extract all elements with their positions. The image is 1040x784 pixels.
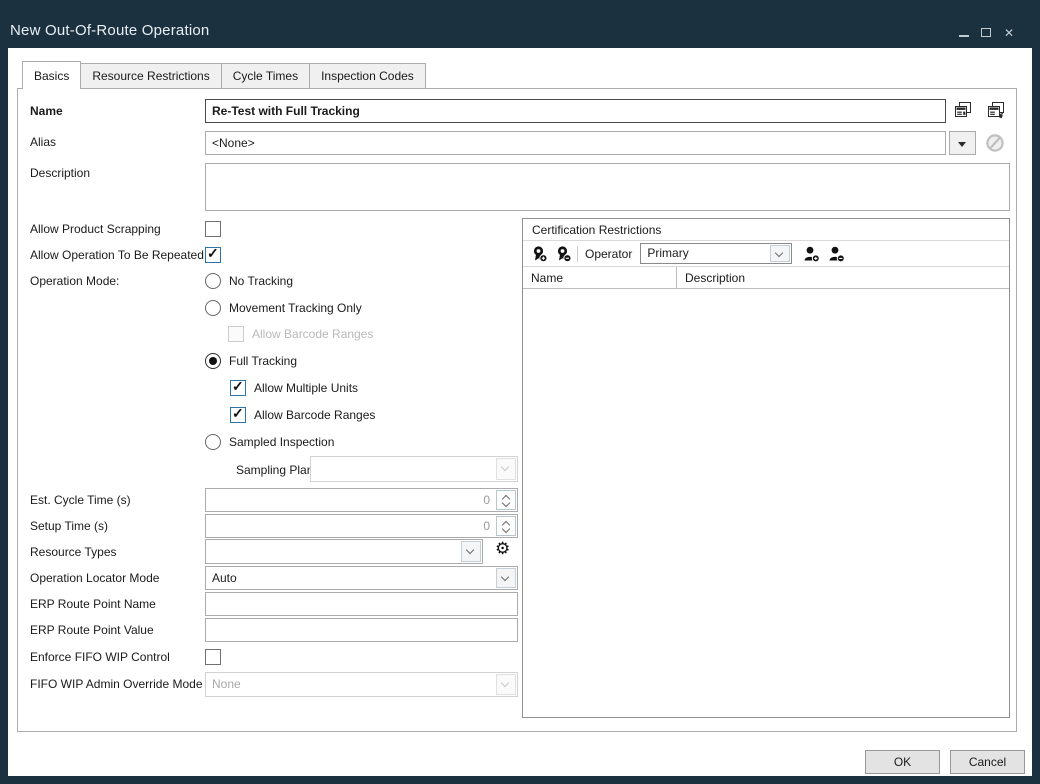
certification-table-body[interactable]	[523, 290, 1009, 717]
copy-name-edit-icon[interactable]	[986, 100, 1006, 120]
cancel-button[interactable]: Cancel	[950, 750, 1025, 774]
tab-basics[interactable]: Basics	[22, 61, 81, 89]
close-icon[interactable]: ✕	[1001, 25, 1017, 41]
operator-label: Operator	[585, 247, 632, 261]
sampling-plan-label: Sampling Plan:	[236, 462, 317, 478]
movement-tracking-label: Movement Tracking Only	[229, 300, 362, 316]
alias-no-edit-icon	[985, 133, 1005, 153]
est-cycle-time-spinner[interactable]	[496, 490, 516, 510]
movement-barcode-checkbox: ✓	[228, 326, 244, 342]
sampling-plan-dropdown-icon	[496, 458, 516, 480]
certification-table-header: Name Description	[523, 267, 1009, 289]
erp-route-point-name-label: ERP Route Point Name	[30, 596, 156, 612]
tab-inspection-codes[interactable]: Inspection Codes	[309, 63, 426, 89]
no-tracking-radio[interactable]	[205, 273, 221, 289]
window-title: New Out-Of-Route Operation	[10, 22, 209, 39]
resource-types-gear-icon[interactable]: ⚙	[495, 540, 510, 558]
tab-strip: Basics Resource Restrictions Cycle Times…	[22, 61, 425, 89]
add-operator-icon[interactable]	[802, 245, 821, 263]
titlebar: New Out-Of-Route Operation ✕	[0, 0, 1040, 48]
maximize-icon[interactable]	[978, 25, 994, 41]
setup-time-label: Setup Time (s)	[30, 518, 108, 534]
fifo-wip-admin-override-mode-label: FIFO WIP Admin Override Mode	[30, 676, 203, 692]
add-certification-icon[interactable]	[531, 245, 549, 263]
dialog-content: Basics Resource Restrictions Cycle Times…	[8, 48, 1032, 776]
remove-certification-icon[interactable]	[555, 245, 573, 263]
allow-multiple-units-checkbox[interactable]: ✓	[230, 380, 246, 396]
allow-operation-repeated-label: Allow Operation To Be Repeated	[30, 247, 204, 263]
est-cycle-time-label: Est. Cycle Time (s)	[30, 492, 131, 508]
sampled-inspection-label: Sampled Inspection	[229, 434, 334, 450]
erp-route-point-value-input[interactable]	[205, 618, 518, 642]
no-tracking-label: No Tracking	[229, 273, 293, 289]
operation-mode-label: Operation Mode:	[30, 273, 119, 289]
erp-route-point-value-label: ERP Route Point Value	[30, 622, 154, 638]
description-label: Description	[30, 165, 90, 181]
allow-product-scrapping-checkbox[interactable]: ✓	[205, 221, 221, 237]
column-header-description[interactable]: Description	[676, 267, 1009, 288]
fifo-wip-admin-override-mode-combobox: None	[205, 672, 518, 697]
name-label: Name	[30, 103, 63, 119]
ok-button[interactable]: OK	[865, 750, 940, 774]
tab-resource-restrictions[interactable]: Resource Restrictions	[80, 63, 221, 89]
full-tracking-label: Full Tracking	[229, 353, 297, 369]
operator-dropdown-icon[interactable]	[770, 245, 790, 262]
name-input[interactable]: Re-Test with Full Tracking	[205, 99, 946, 123]
alias-combobox[interactable]: <None>	[205, 131, 946, 155]
operator-combobox[interactable]: Primary	[640, 243, 792, 264]
column-header-name[interactable]: Name	[523, 267, 676, 288]
allow-barcode-ranges-checkbox[interactable]: ✓	[230, 407, 246, 423]
movement-tracking-radio[interactable]	[205, 300, 221, 316]
sampled-inspection-radio[interactable]	[205, 434, 221, 450]
description-textarea[interactable]	[205, 163, 1010, 211]
operation-locator-mode-combobox[interactable]: Auto	[205, 566, 518, 590]
est-cycle-time-input[interactable]: 0	[205, 488, 518, 512]
erp-route-point-name-input[interactable]	[205, 592, 518, 616]
sampling-plan-combobox	[310, 456, 518, 482]
allow-operation-repeated-checkbox[interactable]: ✓	[205, 247, 221, 263]
allow-product-scrapping-label: Allow Product Scrapping	[30, 221, 161, 237]
operation-locator-mode-label: Operation Locator Mode	[30, 570, 159, 586]
setup-time-spinner[interactable]	[496, 516, 516, 536]
allow-multiple-units-label: Allow Multiple Units	[254, 380, 358, 396]
setup-time-input[interactable]: 0	[205, 514, 518, 538]
toolbar-separator	[577, 246, 578, 262]
copy-name-icon[interactable]	[953, 100, 973, 120]
certification-restrictions-panel: Certification Restrictions	[522, 218, 1010, 718]
allow-barcode-ranges-label: Allow Barcode Ranges	[254, 407, 375, 423]
alias-label: Alias	[30, 134, 56, 150]
certification-restrictions-title: Certification Restrictions	[523, 219, 1009, 241]
certification-toolbar: Operator Primary	[523, 241, 1009, 267]
movement-barcode-label: Allow Barcode Ranges	[252, 326, 373, 342]
remove-operator-icon[interactable]	[827, 245, 846, 263]
enforce-fifo-wip-control-checkbox[interactable]: ✓	[205, 649, 221, 665]
dialog-window: New Out-Of-Route Operation ✕ Basics Reso…	[0, 0, 1040, 784]
full-tracking-radio[interactable]	[205, 353, 221, 369]
resource-types-combobox[interactable]	[205, 539, 483, 564]
fifo-override-dropdown-icon	[496, 674, 516, 695]
minimize-icon[interactable]	[956, 25, 972, 41]
enforce-fifo-wip-control-label: Enforce FIFO WIP Control	[30, 649, 170, 665]
resource-types-dropdown-icon[interactable]	[461, 541, 481, 562]
operation-locator-dropdown-icon[interactable]	[496, 568, 516, 588]
alias-dropdown-button[interactable]	[949, 131, 976, 155]
resource-types-label: Resource Types	[30, 544, 117, 560]
tab-cycle-times[interactable]: Cycle Times	[221, 63, 310, 89]
